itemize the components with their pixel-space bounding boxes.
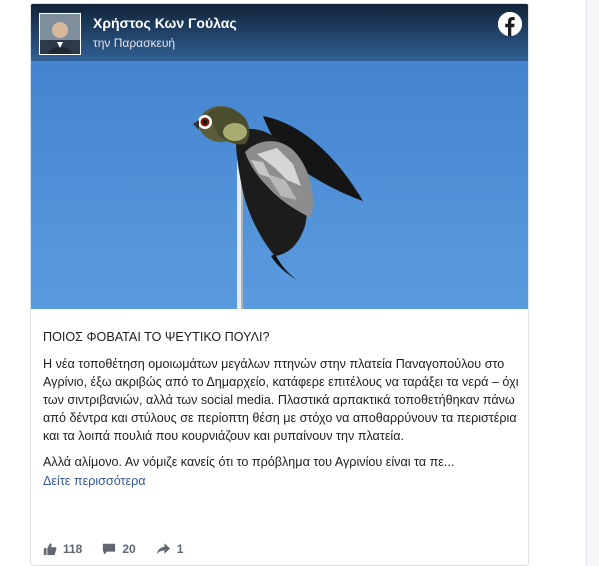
comments-count: 20 <box>122 542 136 556</box>
post-paragraph-truncated: Αλλά αλίμονο. Αν νόμιζε κανείς ότι το πρ… <box>43 455 455 469</box>
share-arrow-icon <box>156 543 170 555</box>
thumbs-up-icon <box>43 543 57 556</box>
author-name[interactable]: Χρήστος Κων Γούλας <box>93 15 237 31</box>
shares-count: 1 <box>176 542 184 556</box>
post-body: ΠΟΙΟΣ ΦΟΒΑΤΑΙ ΤΟ ΨΕΥΤΙΚΟ ΠΟΥΛΙ? Η νέα το… <box>43 328 521 490</box>
post-paragraph: Η νέα τοποθέτηση ομοιωμάτων μεγάλων πτην… <box>43 357 519 443</box>
comments-stat[interactable]: 20 <box>102 542 136 556</box>
avatar-photo <box>40 14 80 54</box>
likes-count: 118 <box>63 542 83 556</box>
post-header: Χρήστος Κων Γούλας την Παρασκευή <box>31 4 528 61</box>
facebook-post-embed: Χρήστος Κων Γούλας την Παρασκευή ΠΟΙΟΣ Φ… <box>30 3 529 566</box>
post-timestamp[interactable]: την Παρασκευή <box>93 36 175 50</box>
page-scroll-gutter <box>586 0 599 566</box>
engagement-bar: 118 20 1 <box>43 539 183 559</box>
author-avatar[interactable] <box>39 13 81 55</box>
post-title: ΠΟΙΟΣ ΦΟΒΑΤΑΙ ΤΟ ΨΕΥΤΙΚΟ ΠΟΥΛΙ? <box>43 330 270 344</box>
facebook-icon[interactable] <box>498 12 522 36</box>
likes-stat[interactable]: 118 <box>43 542 82 556</box>
see-more-link[interactable]: Δείτε περισσότερα <box>43 472 521 490</box>
comment-icon <box>103 543 116 555</box>
shares-stat[interactable]: 1 <box>156 542 184 556</box>
